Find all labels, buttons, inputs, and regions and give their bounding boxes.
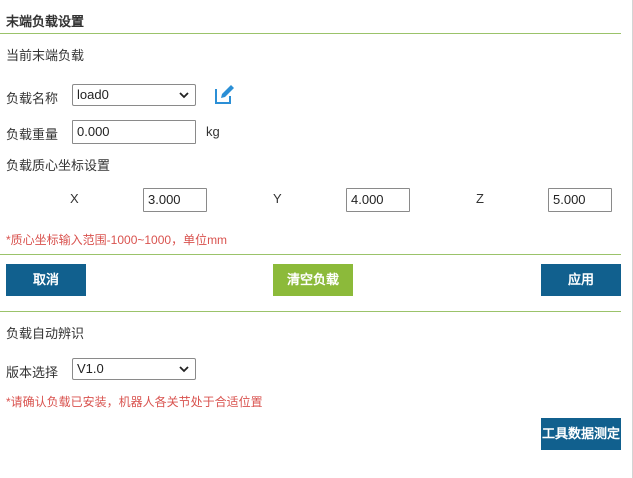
- cancel-button[interactable]: 取消: [6, 264, 86, 296]
- com-y-input[interactable]: 4.000: [346, 188, 410, 212]
- com-settings-label: 负载质心坐标设置: [6, 158, 111, 173]
- chevron-down-icon: [179, 92, 189, 99]
- current-load-section-label: 当前末端负载: [6, 48, 85, 63]
- com-range-note: *质心坐标输入范围-1000~1000，单位mm: [6, 233, 228, 247]
- page-title: 末端负载设置: [6, 14, 85, 29]
- apply-button[interactable]: 应用: [541, 264, 621, 296]
- com-z-label: Z: [476, 191, 484, 206]
- version-select-value: V1.0: [77, 361, 104, 376]
- com-x-input[interactable]: 3.000: [143, 188, 207, 212]
- title-divider: [0, 33, 621, 34]
- tool-data-measure-button[interactable]: 工具数据测定: [541, 418, 621, 450]
- load-weight-input[interactable]: 0.000: [72, 120, 196, 144]
- auto-identify-section-label: 负载自动辨识: [6, 326, 85, 341]
- com-y-label: Y: [273, 191, 282, 206]
- load-name-label: 负载名称: [6, 91, 59, 106]
- weight-unit-label: kg: [206, 124, 220, 139]
- com-x-label: X: [70, 191, 79, 206]
- version-select-label: 版本选择: [6, 365, 59, 380]
- load-settings-panel: 末端负载设置 当前末端负载 负载名称 load0 负载重量 0.000 kg 负…: [0, 0, 633, 478]
- version-select[interactable]: V1.0: [72, 358, 196, 380]
- divider-top: [0, 254, 621, 255]
- load-name-select-value: load0: [77, 87, 109, 102]
- clear-load-button[interactable]: 清空负载: [273, 264, 353, 296]
- load-weight-label: 负载重量: [6, 127, 59, 142]
- chevron-down-icon: [179, 366, 189, 373]
- edit-icon[interactable]: [213, 84, 235, 106]
- com-z-input[interactable]: 5.000: [548, 188, 612, 212]
- divider-bottom: [0, 311, 621, 312]
- load-name-select[interactable]: load0: [72, 84, 196, 106]
- install-note: *请确认负载已安装，机器人各关节处于合适位置: [6, 395, 263, 409]
